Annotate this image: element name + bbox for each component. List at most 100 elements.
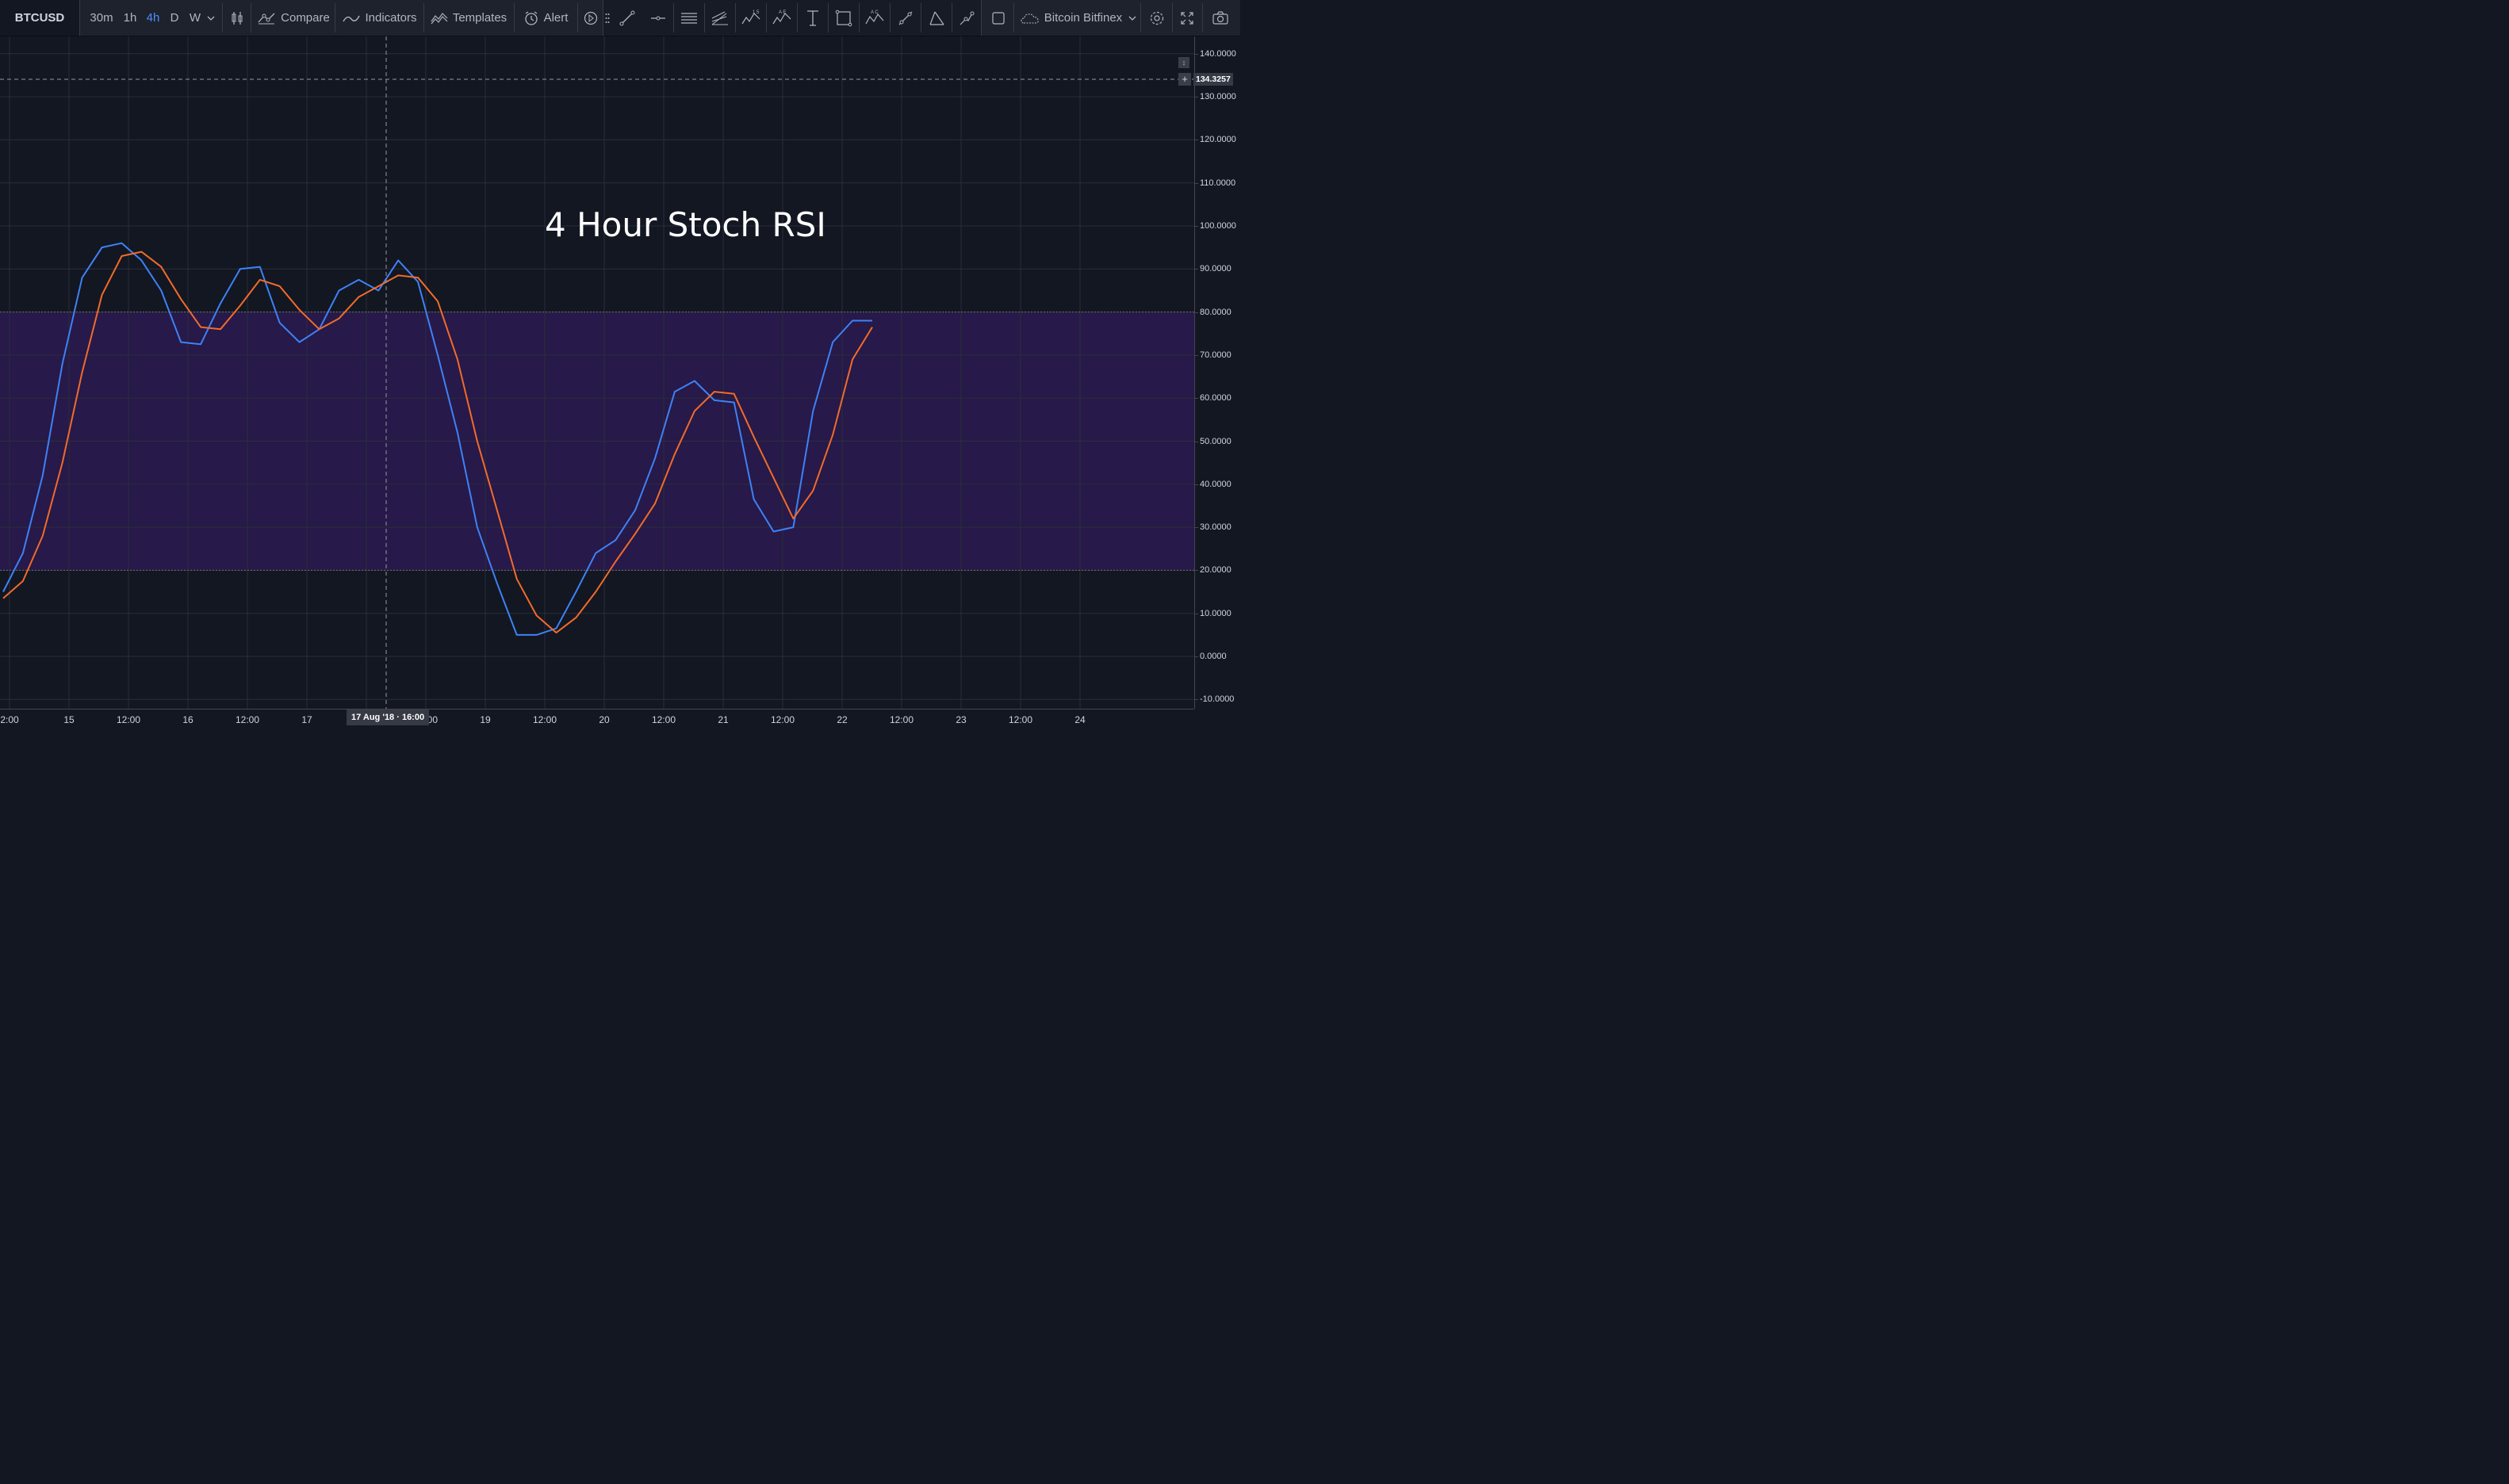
time-tick-label: 2:00 bbox=[0, 714, 19, 725]
exchange-selector[interactable]: Bitcoin Bitfinex bbox=[1018, 0, 1137, 36]
scale-lock-icon[interactable]: ↕ bbox=[1178, 57, 1189, 68]
interval-30m[interactable]: 30m bbox=[89, 0, 114, 36]
exchange-label: Bitcoin Bitfinex bbox=[1044, 11, 1123, 25]
separator bbox=[1172, 3, 1173, 33]
crosshair-time-label: 17 Aug '18 · 16:00 bbox=[347, 709, 430, 725]
price-tick-mark bbox=[1195, 53, 1198, 55]
price-tick-mark bbox=[1195, 269, 1198, 270]
indicators-label: Indicators bbox=[365, 11, 417, 25]
angle-tool-icon[interactable] bbox=[922, 0, 951, 36]
separator bbox=[890, 3, 891, 33]
separator bbox=[1202, 3, 1203, 33]
price-tick-label: 110.0000 bbox=[1200, 178, 1236, 188]
indicators-icon bbox=[343, 13, 361, 24]
templates-button[interactable]: Templates bbox=[429, 0, 508, 36]
price-tick-label: 10.0000 bbox=[1200, 608, 1232, 618]
camera-icon bbox=[1212, 10, 1229, 25]
fullscreen-button[interactable] bbox=[1175, 0, 1199, 36]
price-tick-label: 90.0000 bbox=[1200, 264, 1232, 274]
interval-1h[interactable]: 1h bbox=[121, 0, 140, 36]
elliott-wave-icon[interactable]: 1 5 bbox=[737, 0, 765, 36]
interval-w[interactable]: W bbox=[187, 0, 203, 36]
rectangle-tool-icon[interactable] bbox=[829, 0, 858, 36]
snapshot-button[interactable] bbox=[1207, 0, 1234, 36]
price-tick-label: -10.0000 bbox=[1200, 694, 1235, 705]
alert-label: Alert bbox=[543, 11, 569, 25]
time-tick-label: 12:00 bbox=[235, 714, 260, 725]
crosshair-price-label: + 134.3257 bbox=[1178, 73, 1240, 86]
price-tick-label: 30.0000 bbox=[1200, 522, 1232, 533]
time-tick-label: 12:00 bbox=[1008, 714, 1033, 725]
pitchfork-icon[interactable] bbox=[706, 0, 734, 36]
time-tick-label: 22 bbox=[837, 714, 848, 725]
brush-tool-icon[interactable] bbox=[953, 0, 980, 36]
layout-button[interactable] bbox=[986, 0, 1010, 36]
separator bbox=[735, 3, 736, 33]
parallel-channel-icon[interactable] bbox=[675, 0, 703, 36]
abcd-pattern-icon[interactable]: A E bbox=[768, 0, 796, 36]
drag-handle-icon[interactable] bbox=[603, 0, 611, 36]
separator bbox=[514, 3, 515, 33]
interval-4h[interactable]: 4h bbox=[144, 0, 163, 36]
price-axis[interactable]: 140.0000 130.0000 120.0000 110.0000 100.0000… bbox=[1194, 36, 1241, 709]
price-tick-mark bbox=[1195, 527, 1198, 529]
price-tick-label: 80.0000 bbox=[1200, 307, 1232, 317]
gear-icon bbox=[1149, 10, 1165, 26]
interval-d[interactable]: D bbox=[167, 0, 182, 36]
drawing-toolbar: 1 5 A E A C bbox=[603, 0, 982, 36]
time-tick-label: 16 bbox=[182, 714, 193, 725]
square-icon bbox=[991, 11, 1006, 25]
price-tick-mark bbox=[1195, 312, 1198, 313]
templates-icon bbox=[431, 12, 448, 25]
xabcd-pattern-icon[interactable]: A C bbox=[860, 0, 889, 36]
separator bbox=[577, 3, 578, 33]
price-tick-mark bbox=[1195, 97, 1198, 98]
separator bbox=[423, 3, 424, 33]
top-toolbar: BTCUSD 30m 1h 4h D W Compare Indicators … bbox=[0, 0, 1240, 36]
price-tick-mark bbox=[1195, 398, 1198, 400]
symbol-search[interactable]: BTCUSD bbox=[0, 0, 80, 36]
price-tick-mark bbox=[1195, 699, 1198, 701]
price-tick-label: 0.0000 bbox=[1200, 652, 1227, 661]
bar-replay-button[interactable] bbox=[581, 0, 600, 36]
separator bbox=[859, 3, 860, 33]
time-tick-label: 12:00 bbox=[770, 714, 795, 725]
compare-label: Compare bbox=[281, 11, 330, 25]
time-tick-label: 24 bbox=[1074, 714, 1086, 725]
price-tick-label: 130.0000 bbox=[1200, 92, 1236, 102]
price-tick-label: 20.0000 bbox=[1200, 565, 1232, 576]
price-tick-mark bbox=[1195, 354, 1198, 356]
price-tick-label: 120.0000 bbox=[1200, 135, 1236, 145]
trend-line-icon[interactable] bbox=[613, 0, 642, 36]
chart-pane[interactable]: 4 Hour Stoch RSI bbox=[0, 36, 1194, 709]
price-tick-mark bbox=[1195, 484, 1198, 485]
price-tick-mark bbox=[1195, 656, 1198, 657]
time-tick-label: 17 bbox=[301, 714, 312, 725]
time-tick-label: 20 bbox=[599, 714, 610, 725]
separator bbox=[222, 3, 223, 33]
time-axis[interactable]: 2:001512:001612:0017812:001912:002012:00… bbox=[0, 709, 1194, 736]
time-tick-label: 12:00 bbox=[889, 714, 914, 725]
settings-button[interactable] bbox=[1143, 0, 1170, 36]
horizontal-ray-icon[interactable] bbox=[644, 0, 672, 36]
time-tick-label: 15 bbox=[63, 714, 75, 725]
cloud-icon bbox=[1019, 11, 1040, 25]
chart-title: 4 Hour Stoch RSI bbox=[545, 205, 826, 244]
separator bbox=[828, 3, 829, 33]
measure-tool-icon[interactable] bbox=[891, 0, 920, 36]
price-tick-label: 100.0000 bbox=[1200, 221, 1236, 231]
svg-text:A C: A C bbox=[871, 10, 879, 15]
svg-text:A E: A E bbox=[779, 10, 786, 15]
separator bbox=[673, 3, 674, 33]
chart-style-button[interactable] bbox=[227, 0, 247, 36]
chevron-down-icon bbox=[1128, 16, 1136, 21]
text-tool-icon[interactable] bbox=[799, 0, 827, 36]
candlestick-icon bbox=[231, 11, 243, 25]
indicators-button[interactable]: Indicators bbox=[341, 0, 419, 36]
plus-icon[interactable]: + bbox=[1178, 73, 1191, 86]
alert-button[interactable]: Alert bbox=[519, 0, 572, 36]
compare-button[interactable]: Compare bbox=[257, 0, 330, 36]
price-tick-label: 50.0000 bbox=[1200, 436, 1232, 446]
interval-dropdown-chevron-icon[interactable] bbox=[205, 0, 217, 36]
time-tick-label: 23 bbox=[956, 714, 967, 725]
